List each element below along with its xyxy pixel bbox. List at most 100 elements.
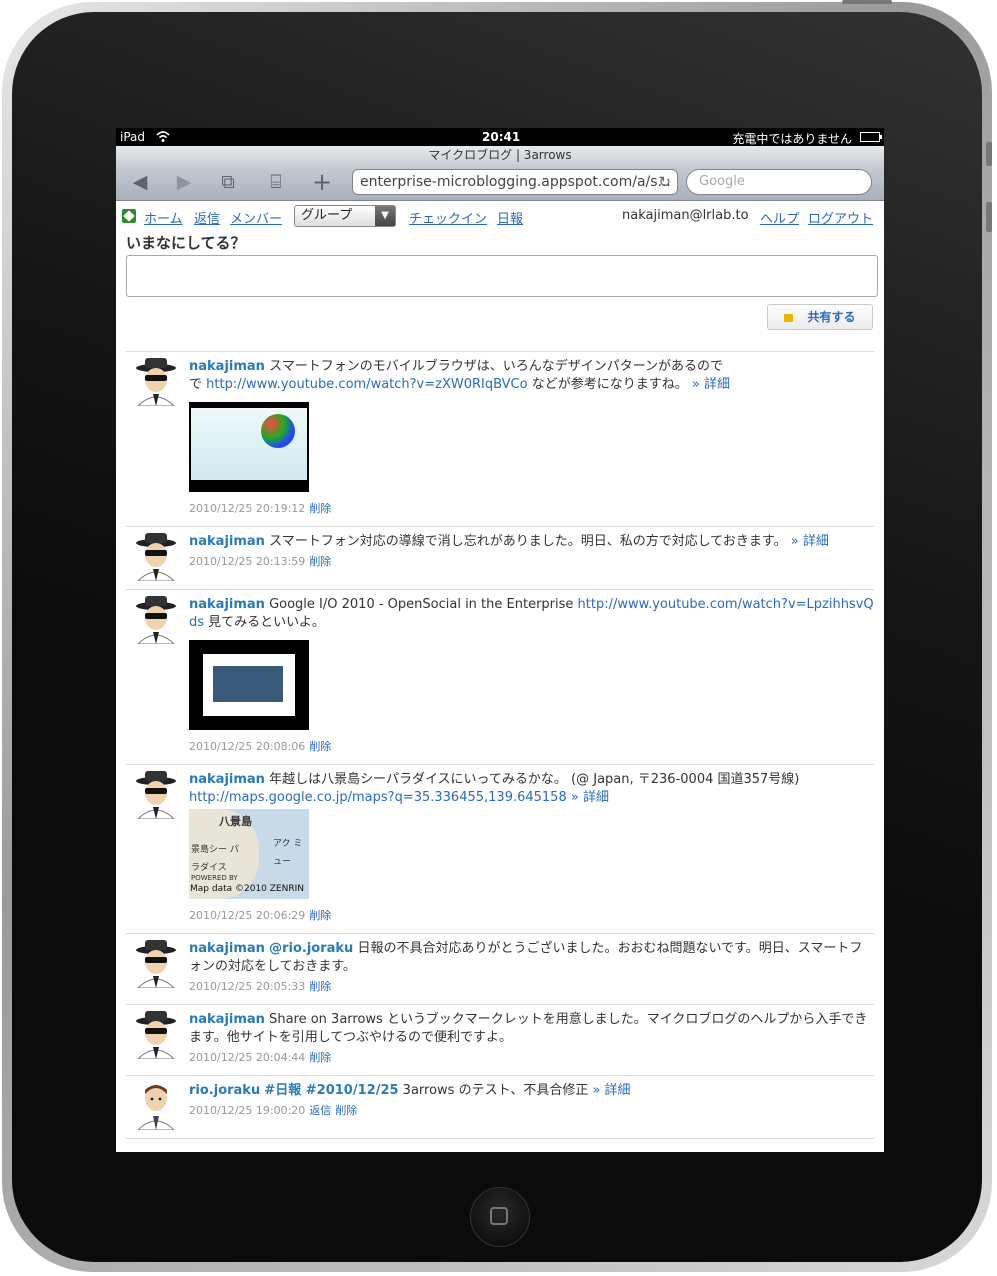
page-title: マイクロブログ | 3arrows	[116, 146, 884, 164]
url-text: enterprise-microblogging.appspot.com/a/s…	[360, 174, 671, 190]
map-image: 八景島 景島シー パラダイス アク ミュー POWERED BY Map dat…	[189, 809, 309, 899]
post-item: nakajiman 年越しは八景島シーパラダイスにいってみるかな。 (@ Jap…	[126, 764, 874, 933]
avatar-icon[interactable]	[134, 1082, 178, 1130]
post-link[interactable]: http://www.youtube.com/watch?v=zXW0RIqBV…	[206, 377, 527, 392]
post-username[interactable]: nakajiman	[189, 534, 265, 549]
post-text: スマートフォンのモバイルブラウザは、いろんなデザインパターンがあるので	[269, 359, 724, 374]
post-timestamp: 2010/12/25 20:04:44	[189, 1051, 306, 1064]
delete-link[interactable]: 削除	[309, 502, 331, 515]
avatar-icon[interactable]	[134, 771, 178, 819]
post-timestamp: 2010/12/25 20:05:33	[189, 980, 306, 993]
avatar-icon[interactable]	[134, 533, 178, 581]
delete-link[interactable]: 削除	[309, 740, 331, 753]
post-text: 年越しは八景島シーパラダイスにいってみるかな。 (@ Japan, 〒236-0…	[269, 772, 800, 787]
nav-logout[interactable]: ログアウト	[808, 208, 873, 227]
back-icon[interactable]: ◀	[126, 172, 154, 192]
post-meta: 2010/12/25 20:06:29 削除	[189, 907, 874, 925]
post-meta: 2010/12/25 20:13:59 削除	[189, 553, 874, 581]
post-detail-link[interactable]: » 詳細	[692, 377, 730, 392]
post-item: nakajiman スマートフォンのモバイルブラウザは、いろんなデザインパターン…	[126, 351, 874, 526]
nav-replies[interactable]: 返信	[194, 208, 220, 227]
avatar-icon[interactable]	[134, 358, 178, 406]
post-text: Share on 3arrows というブックマークレットを用意しました。マイク…	[189, 1012, 868, 1045]
nav-help[interactable]: ヘルプ	[760, 208, 799, 227]
post-text-cont: で	[189, 377, 203, 392]
post-timestamp: 2010/12/25 20:08:06	[189, 740, 306, 753]
url-field[interactable]: enterprise-microblogging.appspot.com/a/s…	[352, 169, 678, 195]
post-meta: 2010/12/25 19:00:20 返信 削除	[189, 1102, 874, 1120]
post-username[interactable]: nakajiman	[189, 1012, 265, 1027]
post-username[interactable]: nakajiman	[189, 597, 265, 612]
delete-link[interactable]: 削除	[309, 555, 331, 568]
nav-members[interactable]: メンバー	[230, 208, 282, 227]
post-username[interactable]: nakajiman	[189, 941, 265, 956]
clock: 20:41	[482, 130, 521, 144]
battery-icon	[860, 132, 882, 142]
home-square-icon	[490, 1207, 508, 1225]
site-nav: ホーム 返信 メンバー グループ ▼ チェックイン 日報 nakajiman@l…	[116, 201, 884, 231]
post-detail-link[interactable]: » 詳細	[791, 534, 829, 549]
compose-input[interactable]	[126, 255, 878, 297]
avatar-icon[interactable]	[134, 596, 178, 644]
post-item: nakajiman Google I/O 2010 - OpenSocial i…	[126, 589, 874, 764]
post-item: rio.joraku #日報 #2010/12/25 3arrows のテスト、…	[126, 1075, 874, 1138]
compose-area: いまなにしてる？ 共有する	[116, 231, 884, 330]
post-timestamp: 2010/12/25 20:06:29	[189, 909, 306, 922]
map-thumbnail[interactable]: 八景島 景島シー パラダイス アク ミュー POWERED BY Map dat…	[189, 809, 309, 899]
share-button[interactable]: 共有する	[767, 304, 873, 330]
post-text: 3arrows のテスト、不具合修正	[402, 1083, 589, 1098]
post-text: スマートフォン対応の導線で消し忘れがありました。明日、私の方で対応しておきます。	[269, 534, 787, 549]
logo-icon[interactable]	[122, 209, 136, 223]
post-text-after: 見てみるといいよ。	[208, 615, 325, 630]
post-timestamp: 2010/12/25 19:00:20	[189, 1104, 306, 1117]
reply-link[interactable]: 返信	[309, 1104, 331, 1117]
post-meta: 2010/12/25 20:04:44 削除	[189, 1049, 874, 1067]
pages-icon[interactable]: ⧉	[214, 172, 242, 192]
forward-icon[interactable]: ▶	[170, 172, 198, 192]
user-email: nakajiman@lrlab.to	[622, 208, 749, 223]
video-thumbnail[interactable]	[189, 402, 309, 492]
post-timestamp: 2010/12/25 20:19:12	[189, 502, 306, 515]
delete-link[interactable]: 削除	[309, 1051, 331, 1064]
reload-icon[interactable]: ↻	[658, 170, 671, 194]
volume-button	[986, 142, 992, 166]
wifi-icon	[156, 131, 170, 142]
browser-toolbar: ◀ ▶ ⧉ ⌸ + enterprise-microblogging.appsp…	[116, 164, 884, 201]
add-icon[interactable]: +	[308, 170, 336, 194]
post-mention[interactable]: @rio.joraku	[269, 941, 353, 956]
avatar-icon[interactable]	[134, 940, 178, 988]
delete-link[interactable]: 削除	[309, 909, 331, 922]
screen: iPad 20:41 充電中ではありません マイクロブログ | 3arrows …	[116, 128, 884, 1152]
post-detail-link[interactable]: » 詳細	[571, 790, 609, 805]
status-bar: iPad 20:41 充電中ではありません	[116, 128, 884, 146]
post-username[interactable]: rio.joraku	[189, 1083, 260, 1098]
device-label: iPad	[120, 130, 146, 144]
bookmarks-icon[interactable]: ⌸	[262, 172, 290, 192]
nav-home[interactable]: ホーム	[144, 208, 183, 227]
map-credit: Map data ©2010 ZENRIN	[190, 884, 304, 894]
post-username[interactable]: nakajiman	[189, 359, 265, 374]
group-select[interactable]: グループ ▼	[294, 205, 396, 227]
chevron-down-icon: ▼	[375, 206, 395, 226]
post-text-after: などが参考になりますね。	[531, 377, 688, 392]
post-feed: nakajiman スマートフォンのモバイルブラウザは、いろんなデザインパターン…	[126, 351, 874, 1152]
video-thumbnail-slide	[191, 408, 307, 480]
video-thumbnail[interactable]	[189, 640, 309, 730]
post-username[interactable]: nakajiman	[189, 772, 265, 787]
home-button[interactable]	[470, 1187, 530, 1247]
search-field[interactable]: Google	[686, 169, 872, 195]
top-button	[842, 0, 892, 4]
post-meta: 2010/12/25 20:19:12 削除	[189, 500, 874, 518]
avatar-icon[interactable]	[134, 1011, 178, 1059]
post-detail-link[interactable]: » 詳細	[592, 1083, 630, 1098]
post-meta: 2010/12/25 20:05:33 削除	[189, 978, 874, 996]
nav-checkin[interactable]: チェックイン	[409, 208, 487, 227]
post-tags[interactable]: #日報 #2010/12/25	[264, 1083, 398, 1098]
nav-daily-report[interactable]: 日報	[497, 208, 523, 227]
post-link[interactable]: http://maps.google.co.jp/maps?q=35.33645…	[189, 790, 567, 805]
post-timestamp: 2010/12/25 20:13:59	[189, 555, 306, 568]
post-meta: 2010/12/25 20:08:06 削除	[189, 738, 874, 756]
post-item: nakajiman Share on 3arrows というブックマークレットを…	[126, 1004, 874, 1075]
delete-link[interactable]: 削除	[309, 980, 331, 993]
delete-link[interactable]: 削除	[335, 1104, 357, 1117]
